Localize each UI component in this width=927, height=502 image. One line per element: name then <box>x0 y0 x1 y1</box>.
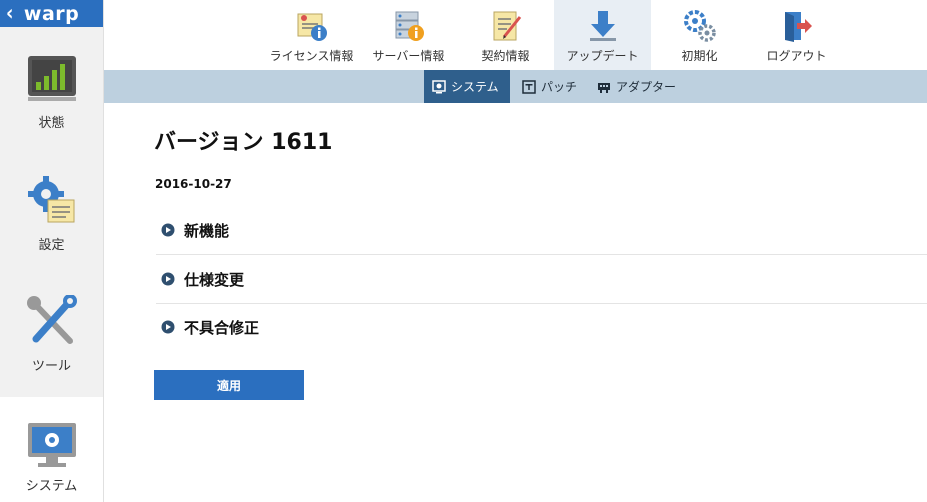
sidebar-item-label: 設定 <box>38 238 65 253</box>
server-info-icon <box>395 11 424 41</box>
logout-icon <box>784 12 812 42</box>
system-icon <box>432 79 446 93</box>
subtab-adapter[interactable]: アダプター <box>589 70 684 103</box>
tab-label: サーバー情報 <box>372 49 445 63</box>
expand-bullet-icon <box>161 223 175 237</box>
expand-bullet-icon <box>161 320 175 334</box>
release-date: 2016-10-27 <box>155 177 232 191</box>
section-label: 仕様変更 <box>184 270 245 289</box>
chevron-left-icon: ‹ <box>6 0 14 27</box>
brand-name: warp <box>23 2 80 25</box>
tab-label: ログアウト <box>766 49 827 63</box>
tab-license-info[interactable]: ライセンス情報 <box>263 0 360 70</box>
section-new-features[interactable]: 新機能 <box>156 206 927 255</box>
section-label: 不具合修正 <box>184 318 260 337</box>
adapter-icon <box>598 82 610 93</box>
sidebar-item-status[interactable]: 状態 <box>0 52 103 172</box>
tab-label: 契約情報 <box>481 49 530 63</box>
subtab-system[interactable]: システム <box>424 70 510 103</box>
apply-button[interactable]: 適用 <box>154 370 304 400</box>
tools-icon <box>26 295 77 344</box>
sidebar-item-settings[interactable]: 設定 <box>0 174 103 294</box>
page-title: バージョン 1611 <box>154 130 333 155</box>
tab-label: アップデート <box>566 49 639 63</box>
tab-initialize[interactable]: 初期化 <box>651 0 748 70</box>
license-info-icon <box>297 13 327 41</box>
sidebar-item-label: 状態 <box>38 116 65 131</box>
sidebar-item-system[interactable]: システム <box>0 397 103 502</box>
tab-update[interactable]: アップデート <box>554 0 651 70</box>
brand-back-button[interactable]: ‹ warp <box>0 0 103 27</box>
contract-icon <box>493 11 521 41</box>
tab-label: 初期化 <box>681 49 718 63</box>
tab-logout[interactable]: ログアウト <box>748 0 845 70</box>
sidebar-item-label: システム <box>25 479 78 494</box>
section-spec-changes[interactable]: 仕様変更 <box>156 255 927 304</box>
download-icon <box>589 11 616 41</box>
sidebar-item-label: ツール <box>31 359 71 374</box>
subtab-patch[interactable]: パッチ <box>514 70 585 103</box>
sub-nav: システム パッチ アダプター <box>104 70 927 103</box>
top-nav: ライセンス情報 サーバー情報 契約情報 アップデート 初期化 ログアウト <box>104 0 927 70</box>
patch-icon <box>522 79 536 94</box>
gear-settings-icon <box>27 176 74 223</box>
tab-server-info[interactable]: サーバー情報 <box>360 0 457 70</box>
bar-chart-icon <box>27 56 76 101</box>
sidebar: ‹ warp 状態 設定 ツール システム <box>0 0 104 502</box>
tab-contract-info[interactable]: 契約情報 <box>457 0 554 70</box>
tab-label: ライセンス情報 <box>269 49 354 63</box>
gears-icon <box>683 10 716 42</box>
subtab-label: システム <box>451 80 499 94</box>
expand-bullet-icon <box>161 272 175 286</box>
section-label: 新機能 <box>184 221 230 240</box>
monitor-gear-icon <box>27 423 76 467</box>
subtab-label: アダプター <box>616 80 677 94</box>
subtab-label: パッチ <box>541 80 578 94</box>
section-bug-fixes[interactable]: 不具合修正 <box>156 303 927 351</box>
